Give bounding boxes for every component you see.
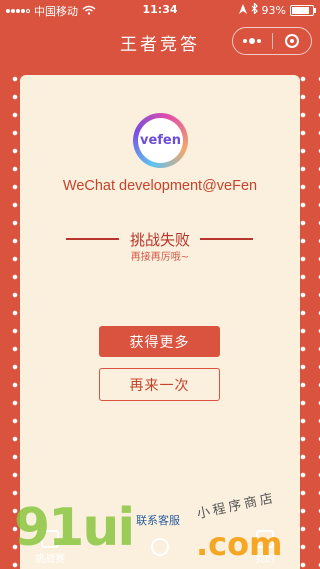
- logo-text: vefen: [139, 133, 182, 148]
- watermark-logo-number: 91ui: [14, 498, 135, 558]
- location-icon: [238, 3, 247, 17]
- status-bar: 中国移动 11:34 93%: [0, 0, 320, 20]
- user-name: WeChat development@veFen: [62, 178, 258, 194]
- bluetooth-icon: [251, 2, 258, 17]
- watermark-logo-suffix: .com: [196, 525, 283, 563]
- battery-percent: 93%: [261, 3, 286, 17]
- retry-button[interactable]: 再来一次: [99, 368, 220, 401]
- more-menu-button[interactable]: [233, 38, 272, 44]
- result-subtitle: 再接再厉哦~: [130, 252, 190, 263]
- result-title: 挑战失败: [129, 231, 190, 249]
- get-more-button[interactable]: 获得更多: [99, 326, 220, 357]
- mini-program-capsule: [232, 27, 312, 55]
- title-divider-right: [200, 238, 253, 240]
- target-circle-icon: [284, 34, 299, 48]
- more-dots-icon: [243, 38, 262, 44]
- status-right: 93%: [238, 2, 316, 17]
- battery-icon: [290, 4, 316, 16]
- logo-inner: vefen: [138, 118, 183, 163]
- close-mini-program-button[interactable]: [273, 34, 312, 48]
- grid-icon: [151, 537, 169, 556]
- app-logo: vefen: [133, 113, 188, 168]
- bottom-tab-center[interactable]: [125, 526, 195, 569]
- nav-bar: 王者竞答: [0, 20, 320, 64]
- contact-service-link[interactable]: 联系客服: [136, 512, 180, 528]
